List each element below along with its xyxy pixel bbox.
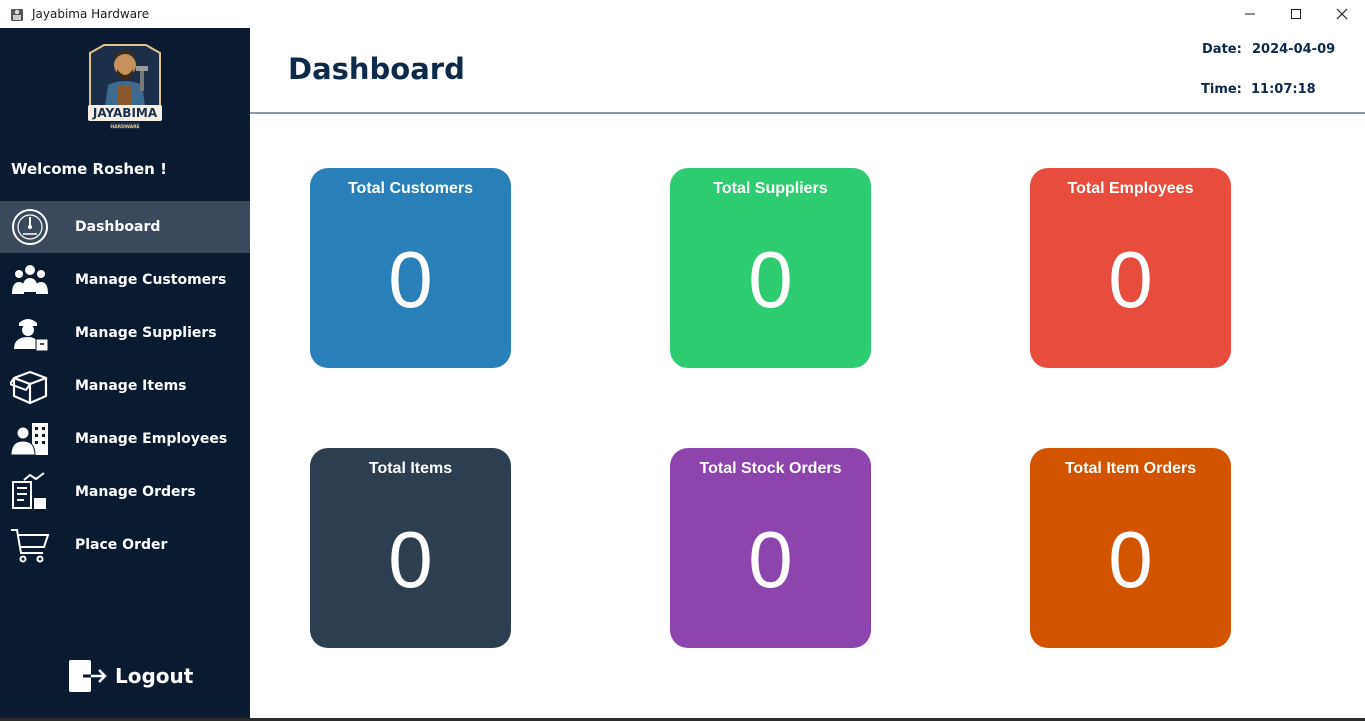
header-divider bbox=[250, 112, 1365, 114]
total-item-orders-card: Total Item Orders 0 bbox=[1030, 448, 1231, 648]
card-title: Total Suppliers bbox=[713, 180, 828, 197]
cart-icon bbox=[10, 525, 50, 565]
customers-icon bbox=[10, 260, 50, 300]
orders-icon bbox=[10, 471, 50, 512]
sidebar-nav: Dashboard Manage Customers Manage Suppli… bbox=[0, 201, 250, 571]
sidebar-item-label: Place Order bbox=[75, 536, 168, 553]
main-content: Dashboard Date: 2024-04-09 Time: 11:07:1… bbox=[250, 28, 1365, 718]
card-title: Total Stock Orders bbox=[699, 460, 842, 477]
jayabima-logo: JAYABIMA HARDWARE bbox=[88, 44, 162, 130]
sidebar-item-place-order[interactable]: Place Order bbox=[0, 518, 250, 571]
card-title: Total Customers bbox=[347, 180, 474, 197]
maximize-button[interactable] bbox=[1273, 0, 1319, 28]
sidebar-item-suppliers[interactable]: Manage Suppliers bbox=[0, 306, 250, 359]
date-label: Date: bbox=[1202, 42, 1242, 57]
total-employees-card: Total Employees 0 bbox=[1030, 168, 1231, 368]
card-value: 0 bbox=[748, 235, 793, 324]
app-icon bbox=[11, 9, 23, 21]
window-titlebar: Jayabima Hardware bbox=[0, 0, 1365, 28]
time-label: Time: bbox=[1201, 82, 1242, 97]
sidebar-item-label: Manage Items bbox=[75, 377, 187, 394]
dashboard-gauge-icon bbox=[10, 207, 50, 247]
sidebar-item-employees[interactable]: Manage Employees bbox=[0, 412, 250, 465]
card-value: 0 bbox=[1108, 515, 1153, 604]
box-icon bbox=[10, 366, 50, 406]
svg-text:HARDWARE: HARDWARE bbox=[110, 124, 139, 130]
window-controls bbox=[1227, 0, 1365, 28]
total-items-card: Total Items 0 bbox=[310, 448, 511, 648]
card-title: Total Items bbox=[368, 460, 453, 477]
sidebar-item-label: Dashboard bbox=[75, 219, 161, 235]
employees-icon bbox=[10, 419, 50, 459]
sidebar-item-customers[interactable]: Manage Customers bbox=[0, 253, 250, 306]
sidebar: JAYABIMA HARDWARE Welcome Roshen ! Dashb… bbox=[0, 28, 250, 718]
sidebar-item-label: Manage Customers bbox=[75, 271, 227, 288]
total-stock-orders-card: Total Stock Orders 0 bbox=[670, 448, 871, 648]
sidebar-item-label: Manage Employees bbox=[75, 430, 228, 447]
sidebar-item-items[interactable]: Manage Items bbox=[0, 359, 250, 412]
sidebar-item-dashboard[interactable]: Dashboard bbox=[0, 201, 250, 253]
minimize-button[interactable] bbox=[1227, 0, 1273, 28]
close-button[interactable] bbox=[1319, 0, 1365, 28]
card-value: 0 bbox=[388, 235, 433, 324]
card-title: Total Item Orders bbox=[1064, 460, 1197, 477]
maximize-icon bbox=[1291, 9, 1301, 19]
close-icon bbox=[1336, 8, 1348, 20]
sidebar-item-label: Manage Orders bbox=[75, 483, 196, 500]
date-value: 2024-04-09 bbox=[1252, 42, 1336, 57]
logout-label: Logout bbox=[115, 664, 194, 688]
total-customers-card: Total Customers 0 bbox=[310, 168, 511, 368]
sidebar-item-orders[interactable]: Manage Orders bbox=[0, 465, 250, 518]
welcome-message: Welcome Roshen ! bbox=[11, 160, 167, 178]
logout-icon bbox=[69, 660, 107, 692]
time-value: 11:07:18 bbox=[1251, 82, 1316, 97]
card-value: 0 bbox=[1108, 235, 1153, 324]
window-title: Jayabima Hardware bbox=[32, 7, 150, 21]
sidebar-item-label: Manage Suppliers bbox=[75, 324, 217, 341]
logout-button[interactable]: Logout bbox=[69, 660, 193, 692]
supplier-icon bbox=[10, 313, 50, 353]
page-title: Dashboard bbox=[288, 52, 465, 86]
svg-text:JAYABIMA: JAYABIMA bbox=[92, 106, 158, 120]
card-value: 0 bbox=[388, 515, 433, 604]
card-value: 0 bbox=[748, 515, 793, 604]
card-title: Total Employees bbox=[1067, 180, 1194, 197]
minimize-icon bbox=[1245, 13, 1255, 15]
total-suppliers-card: Total Suppliers 0 bbox=[670, 168, 871, 368]
